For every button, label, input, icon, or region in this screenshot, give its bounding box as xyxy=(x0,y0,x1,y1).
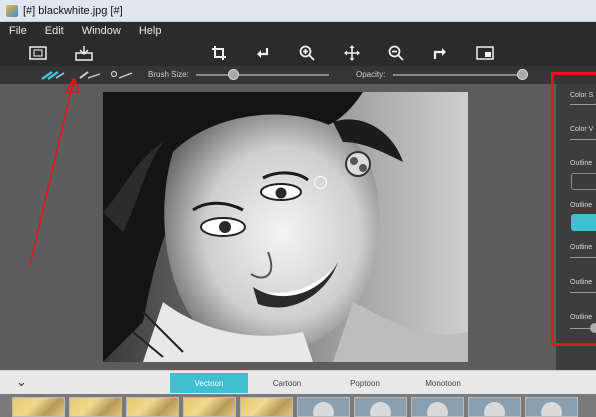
preset-thumbnails xyxy=(0,394,596,417)
opacity-slider[interactable] xyxy=(393,74,526,76)
preset-thumbnail[interactable] xyxy=(183,397,236,417)
zoom-out-icon[interactable] xyxy=(385,43,407,63)
tab-cartoon[interactable]: Cartoon xyxy=(248,373,326,393)
app-icon xyxy=(6,4,18,17)
portrait-image xyxy=(103,92,468,362)
undo-icon[interactable] xyxy=(252,43,274,63)
chevron-down-icon[interactable]: ⌄ xyxy=(16,374,27,390)
preset-thumbnail[interactable] xyxy=(69,397,122,417)
preset-thumbnail[interactable] xyxy=(12,397,65,417)
fit-screen-icon[interactable] xyxy=(27,43,49,63)
tab-poptoon[interactable]: Poptoon xyxy=(326,373,404,393)
window-title: [#] blackwhite.jpg [#] xyxy=(23,4,123,17)
preset-thumbnail[interactable] xyxy=(240,397,293,417)
redo-icon[interactable] xyxy=(429,43,451,63)
tab-vectoon[interactable]: Vectoon xyxy=(170,373,248,393)
title-bar: [#] blackwhite.jpg [#] xyxy=(0,0,596,22)
crop-icon[interactable] xyxy=(208,43,230,63)
menu-window[interactable]: Window xyxy=(73,25,130,37)
main-toolbar xyxy=(0,40,596,66)
menu-edit[interactable]: Edit xyxy=(36,25,73,37)
preset-tabbar: ⌄ Vectoon Cartoon Poptoon Monotoon xyxy=(0,370,596,394)
brush-cursor xyxy=(314,176,327,189)
brush-size-knob[interactable] xyxy=(228,69,240,80)
menu-bar: File Edit Window Help xyxy=(0,22,596,40)
menu-help[interactable]: Help xyxy=(130,25,171,37)
opacity-knob[interactable] xyxy=(517,69,528,80)
opacity-label: Opacity: xyxy=(356,70,386,79)
fullscreen-icon[interactable] xyxy=(474,43,496,63)
brush-size-slider[interactable] xyxy=(196,74,329,76)
zoom-in-icon[interactable] xyxy=(296,43,318,63)
menu-file[interactable]: File xyxy=(0,25,36,37)
save-icon[interactable] xyxy=(73,43,95,63)
move-icon[interactable] xyxy=(341,43,363,63)
brush-size-label: Brush Size: xyxy=(148,70,189,79)
preset-thumbnail[interactable] xyxy=(468,397,521,417)
preset-thumbnail[interactable] xyxy=(525,397,578,417)
brush-erase-icon[interactable] xyxy=(78,68,104,82)
preset-thumbnail[interactable] xyxy=(411,397,464,417)
highlight-box xyxy=(551,72,596,346)
tab-monotoon[interactable]: Monotoon xyxy=(404,373,482,393)
brush-toolbar: Brush Size: Opacity: xyxy=(0,66,596,84)
photo-canvas[interactable] xyxy=(103,92,468,362)
canvas-area[interactable] xyxy=(0,84,556,370)
preset-thumbnail[interactable] xyxy=(354,397,407,417)
brush-restore-icon[interactable] xyxy=(40,68,66,82)
preset-thumbnail[interactable] xyxy=(126,397,179,417)
preset-thumbnail[interactable] xyxy=(297,397,350,417)
brush-smudge-icon[interactable] xyxy=(110,68,136,82)
